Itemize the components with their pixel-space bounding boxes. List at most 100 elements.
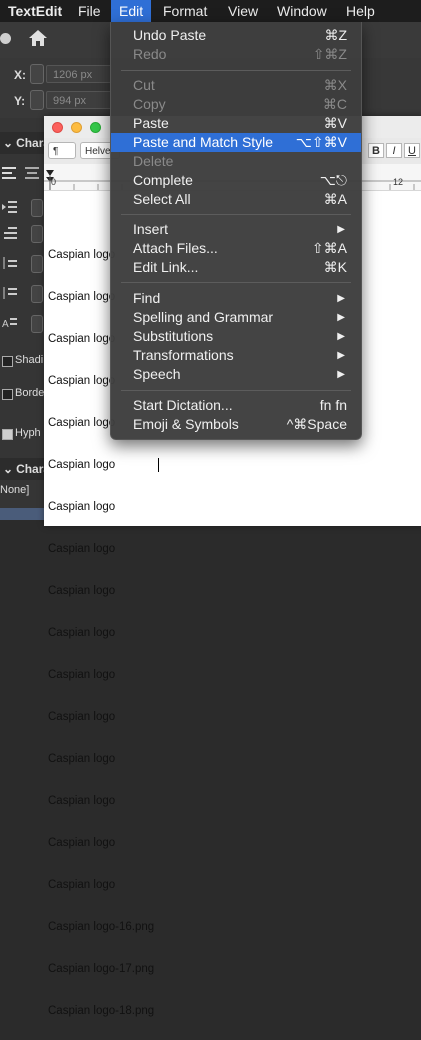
space-after-icon xyxy=(2,286,18,300)
submenu-arrow-icon: ▶ xyxy=(337,293,345,304)
menu-app-textedit[interactable]: TextEdit xyxy=(0,0,70,22)
menu-item-cut[interactable]: Cut ⌘X xyxy=(111,76,361,95)
menu-item-shortcut: ⇧⌘Z xyxy=(312,46,347,62)
menu-edit[interactable]: Edit xyxy=(111,0,152,22)
home-icon[interactable] xyxy=(28,28,48,48)
menu-item-speech[interactable]: Speech ▶ xyxy=(111,365,361,384)
shading-label: Shadi xyxy=(15,354,44,366)
menu-item-label: Substitutions xyxy=(133,328,214,344)
text-line: Caspian logo xyxy=(48,879,116,891)
menu-item-shortcut: fn fn xyxy=(319,397,347,413)
align-left-icon[interactable] xyxy=(2,166,18,180)
menu-item-label: Select All xyxy=(133,191,191,207)
y-stepper[interactable] xyxy=(30,90,44,110)
space-before-stepper[interactable] xyxy=(31,255,43,273)
y-label: Y: xyxy=(14,94,26,108)
menu-help[interactable]: Help xyxy=(338,0,383,22)
chevron-down-icon: ⌄ xyxy=(3,136,14,150)
hyphenate-label: Hyph xyxy=(15,427,41,439)
character-panel-header[interactable]: ⌄ Chara xyxy=(0,132,50,154)
text-line: Caspian logo xyxy=(48,753,116,765)
character-panel-header-2[interactable]: ⌄ Chara xyxy=(0,458,50,480)
drop-cap-stepper[interactable] xyxy=(31,315,43,333)
first-line-indent-stepper[interactable] xyxy=(31,225,43,243)
menu-file[interactable]: File xyxy=(70,0,109,22)
submenu-arrow-icon: ▶ xyxy=(337,369,345,380)
menu-format[interactable]: Format xyxy=(155,0,215,22)
menu-item-transformations[interactable]: Transformations ▶ xyxy=(111,346,361,365)
menu-item-shortcut: ⌘X xyxy=(323,77,347,93)
border-label: Borde xyxy=(15,387,45,399)
menu-item-paste[interactable]: Paste ⌘V xyxy=(111,114,361,133)
menu-item-label: Undo Paste xyxy=(133,27,207,43)
shading-checkbox[interactable] xyxy=(2,356,13,367)
text-cursor xyxy=(158,458,159,472)
submenu-arrow-icon: ▶ xyxy=(337,224,345,235)
menu-item-copy[interactable]: Copy ⌘C xyxy=(111,95,361,114)
bold-button[interactable]: B xyxy=(368,143,384,158)
y-field[interactable]: 994 px xyxy=(46,91,112,109)
text-line: Caspian logo-18.png xyxy=(48,1005,155,1017)
menu-item-start-dictation[interactable]: Start Dictation... fn fn xyxy=(111,396,361,415)
chevron-down-icon: ⌄ xyxy=(3,462,14,476)
indent-left-stepper[interactable] xyxy=(31,199,43,217)
menu-item-delete[interactable]: Delete xyxy=(111,152,361,171)
menu-item-select-all[interactable]: Select All ⌘A xyxy=(111,190,361,209)
menu-item-attach-files[interactable]: Attach Files... ⇧⌘A xyxy=(111,239,361,258)
submenu-arrow-icon: ▶ xyxy=(337,312,345,323)
menu-separator xyxy=(121,70,351,71)
menu-view[interactable]: View xyxy=(220,0,266,22)
x-field[interactable]: 1206 px xyxy=(46,65,112,83)
text-line: Caspian logo xyxy=(48,711,116,723)
menu-item-label: Speech xyxy=(133,366,181,382)
zoom-button[interactable] xyxy=(90,122,101,133)
menu-item-edit-link[interactable]: Edit Link... ⌘K xyxy=(111,258,361,277)
style-none-label: None] xyxy=(0,484,30,496)
menu-item-shortcut: ⌥⎋ xyxy=(319,172,347,188)
ruler-label-0: 0 xyxy=(51,177,57,187)
align-center-icon[interactable] xyxy=(24,166,40,180)
menu-item-redo[interactable]: Redo ⇧⌘Z xyxy=(111,45,361,64)
svg-text:A: A xyxy=(2,319,9,330)
menu-item-label: Spelling and Grammar xyxy=(133,309,274,325)
indent-left-icon xyxy=(2,200,18,214)
text-line: Caspian logo xyxy=(48,669,116,681)
drop-cap-icon: A xyxy=(2,316,18,330)
menu-item-substitutions[interactable]: Substitutions ▶ xyxy=(111,327,361,346)
text-line: Caspian logo xyxy=(48,459,116,471)
menu-item-label: Cut xyxy=(133,77,155,93)
menu-item-shortcut: ⌘K xyxy=(323,259,347,275)
menu-item-label: Attach Files... xyxy=(133,240,218,256)
menu-item-emoji-and-symbols[interactable]: Emoji & Symbols ^⌘Space xyxy=(111,415,361,434)
menu-item-insert[interactable]: Insert ▶ xyxy=(111,220,361,239)
italic-button[interactable]: I xyxy=(386,143,402,158)
menu-item-shortcut: ⌘C xyxy=(322,96,347,112)
menu-item-find[interactable]: Find ▶ xyxy=(111,289,361,308)
border-checkbox[interactable] xyxy=(2,389,13,400)
minimize-button[interactable] xyxy=(71,122,82,133)
paragraph-style-popup[interactable]: ¶ xyxy=(48,142,76,159)
menu-item-undo-paste[interactable]: Undo Paste ⌘Z xyxy=(111,26,361,45)
underline-button[interactable]: U xyxy=(404,143,420,158)
toolbar-dot-icon xyxy=(0,33,11,44)
submenu-arrow-icon: ▶ xyxy=(337,331,345,342)
text-line: Caspian logo-17.png xyxy=(48,963,155,975)
hyphenate-checkbox[interactable] xyxy=(2,429,13,440)
menu-bar: TextEdit File Edit Format View Window He… xyxy=(0,0,421,22)
menu-item-paste-and-match-style[interactable]: Paste and Match Style ⌥⇧⌘V xyxy=(111,133,361,152)
menu-item-label: Transformations xyxy=(133,347,234,363)
menu-item-label: Emoji & Symbols xyxy=(133,416,239,432)
text-line: Caspian logo xyxy=(48,585,116,597)
first-line-indent-icon xyxy=(2,226,18,240)
menu-item-complete[interactable]: Complete ⌥⎋ xyxy=(111,171,361,190)
x-stepper[interactable] xyxy=(30,64,44,84)
close-button[interactable] xyxy=(52,122,63,133)
menu-item-spelling-and-grammar[interactable]: Spelling and Grammar ▶ xyxy=(111,308,361,327)
menu-item-label: Complete xyxy=(133,172,193,188)
menu-window[interactable]: Window xyxy=(269,0,335,22)
menu-item-shortcut: ⌥⇧⌘V xyxy=(295,134,347,150)
space-after-stepper[interactable] xyxy=(31,285,43,303)
selected-style-row[interactable] xyxy=(0,508,46,520)
menu-item-shortcut: ^⌘Space xyxy=(286,416,347,432)
edit-menu: Undo Paste ⌘Z Redo ⇧⌘Z Cut ⌘X Copy ⌘C Pa… xyxy=(110,22,362,440)
